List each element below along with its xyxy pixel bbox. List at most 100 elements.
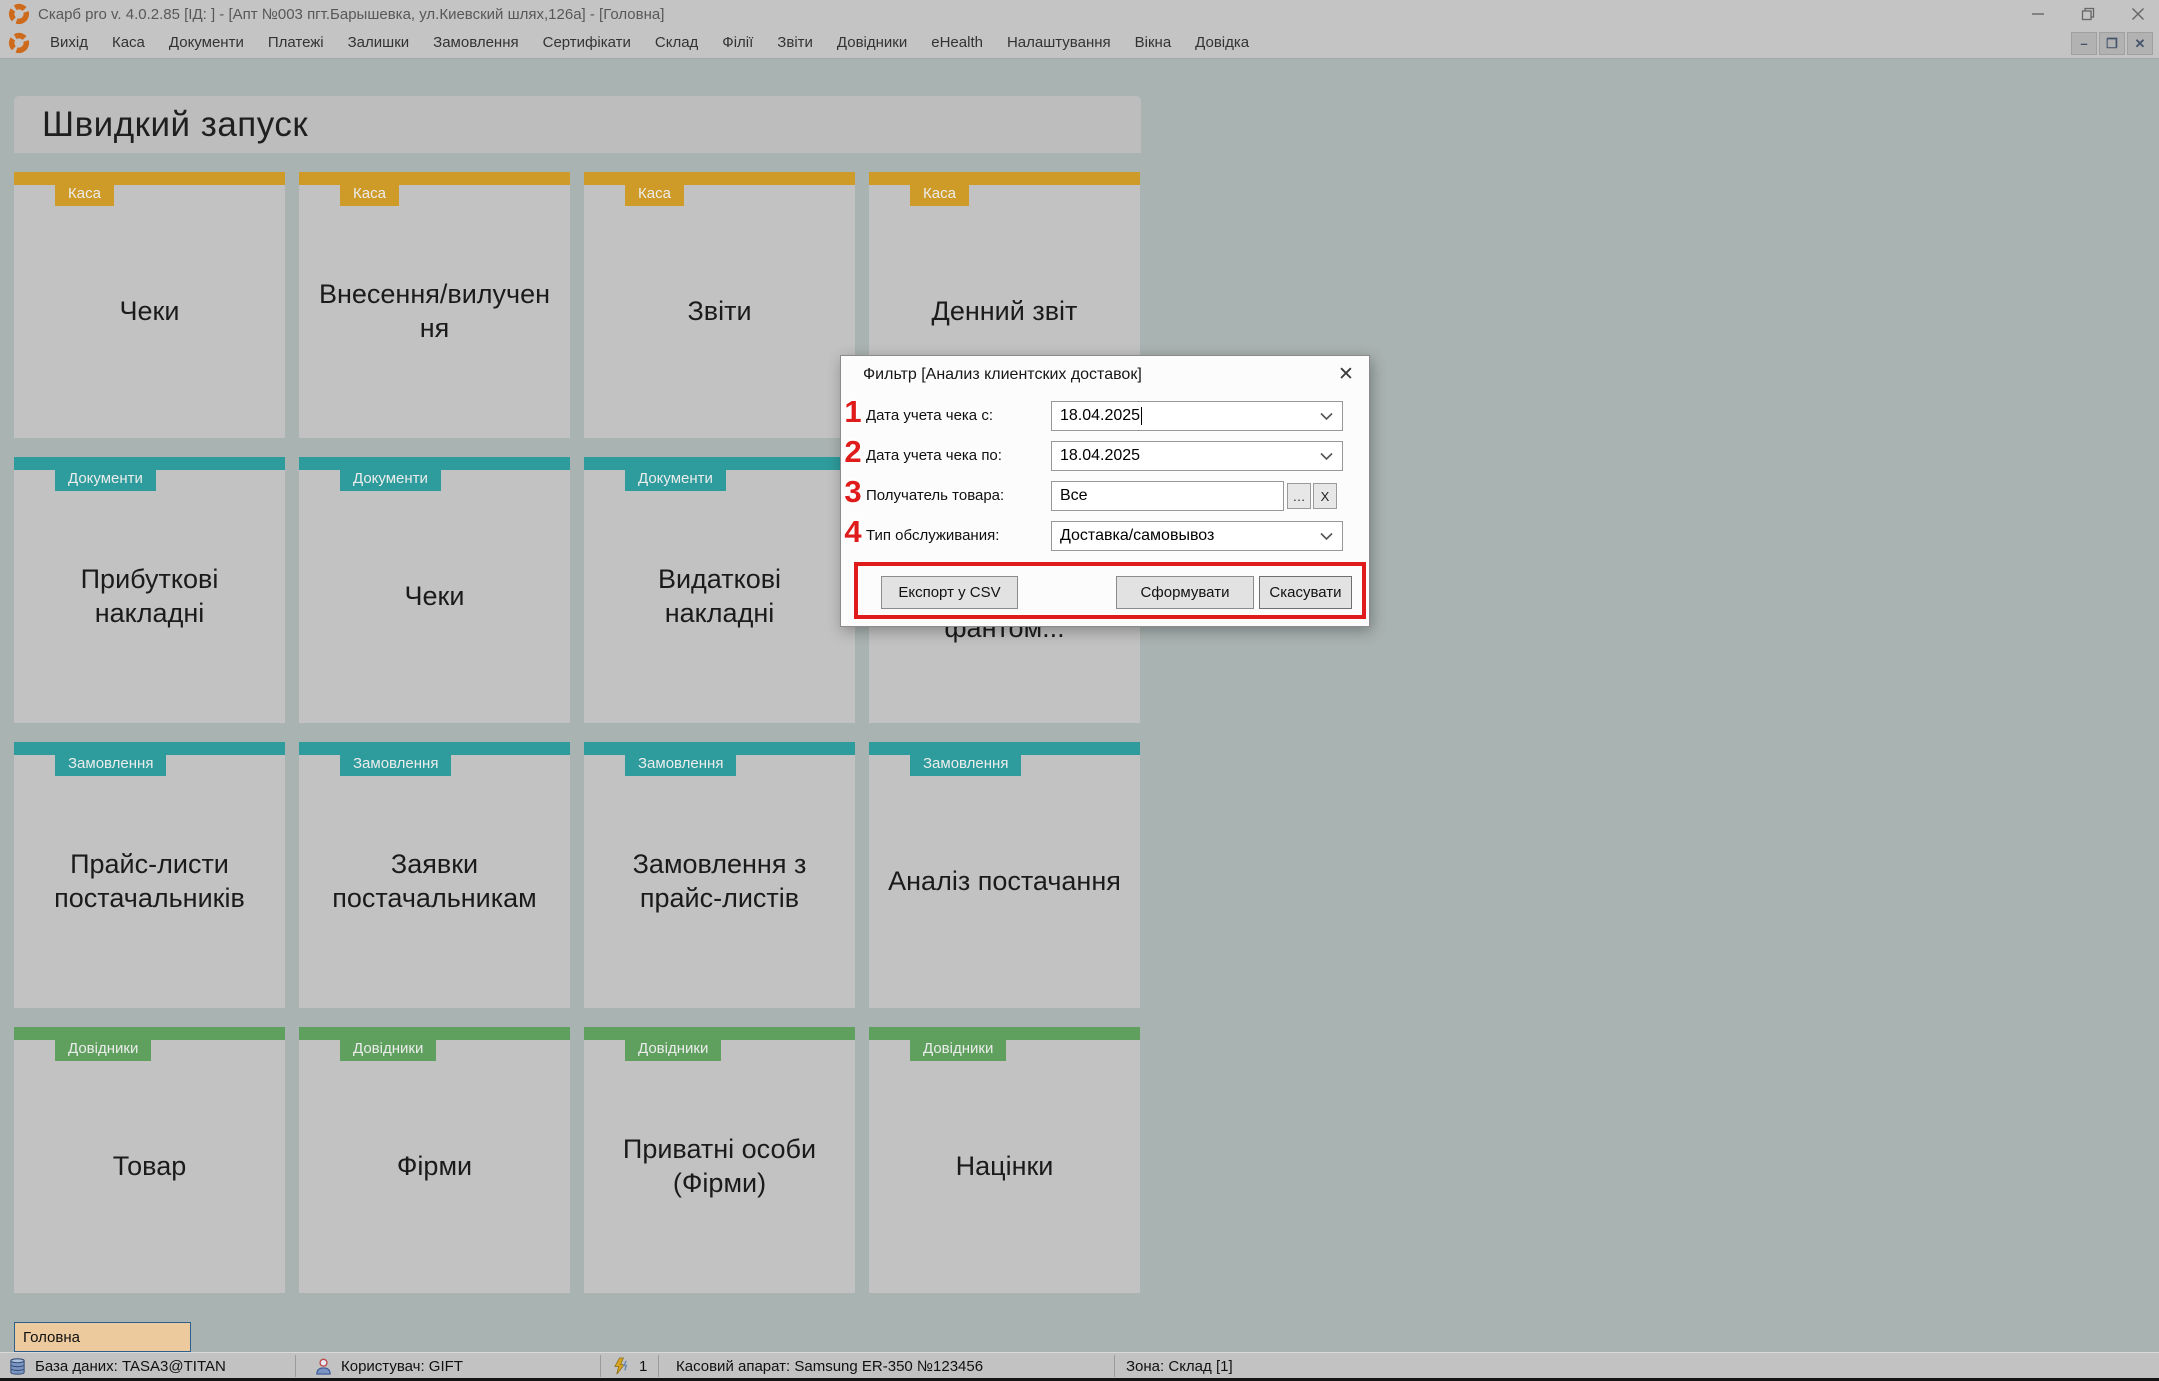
close-icon[interactable] <box>2131 7 2145 21</box>
status-database: База даних: TASA3@TITAN <box>8 1353 226 1379</box>
connections-count: 1 <box>639 1357 648 1375</box>
status-zone: Зона: Склад [1] <box>1126 1353 1233 1379</box>
tile-label: Приватні особи (Фірми) <box>622 1133 817 1198</box>
tab-label: Головна <box>23 1328 80 1346</box>
status-divider <box>658 1355 659 1377</box>
tile-label: Націнки <box>955 1150 1054 1181</box>
tile-zam-analiz-postachannya[interactable]: Замовлення Аналіз постачання <box>869 742 1140 1008</box>
tile-label: Прибуткові накладні <box>80 563 219 628</box>
field-row-date-from: Дата учета чека с: 18.04.2025 <box>841 401 1369 431</box>
status-bar: База даних: TASA3@TITAN Користувач: GIFT… <box>0 1352 2159 1378</box>
recipient-browse-button[interactable]: … <box>1287 483 1311 509</box>
mdi-window-controls: – ❐ ✕ <box>2071 32 2153 55</box>
field-row-date-to: Дата учета чека по: 18.04.2025 <box>841 441 1369 471</box>
window-title: Скарб pro v. 4.0.2.85 [ІД: ] - [Апт №003… <box>38 5 665 23</box>
tile-zam-zayavky[interactable]: Замовлення Заявки постачальникам <box>299 742 570 1008</box>
restore-icon[interactable] <box>2081 7 2095 21</box>
annotation-number-2: 2 <box>844 434 862 469</box>
chevron-down-icon[interactable] <box>1320 452 1333 461</box>
chevron-down-icon[interactable] <box>1320 532 1333 541</box>
tile-dok-vydatkovi[interactable]: Документи Видаткові накладні <box>584 457 855 723</box>
page-title: Швидкий запуск <box>42 104 309 144</box>
app-logo-icon-small <box>8 32 30 54</box>
status-cash-register: Касовий апарат: Samsung ER-350 №123456 <box>676 1353 983 1379</box>
zone-text: Зона: Склад [1] <box>1126 1357 1233 1375</box>
recipient-value: Все <box>1060 487 1088 504</box>
menu-item-zamovlennya[interactable]: Замовлення <box>421 28 530 58</box>
mdi-restore-icon[interactable]: ❐ <box>2099 32 2125 55</box>
dialog-title-bar[interactable]: Фильтр [Анализ клиентских доставок] ✕ <box>841 356 1369 394</box>
user-text: Користувач: GIFT <box>341 1357 463 1375</box>
service-type-combobox[interactable]: Доставка/самовывоз <box>1051 521 1343 551</box>
tile-kasa-zvity[interactable]: Каса Звіти <box>584 172 855 438</box>
tile-label: Замовлення з прайс-листів <box>632 848 807 913</box>
menu-item-zalyshky[interactable]: Залишки <box>336 28 422 58</box>
menu-item-filii[interactable]: Філії <box>710 28 765 58</box>
tile-label: Прайс-листи постачальників <box>54 848 245 913</box>
menu-bar: Вихід Каса Документи Платежі Залишки Зам… <box>0 28 2159 59</box>
date-to-combobox[interactable]: 18.04.2025 <box>1051 441 1343 471</box>
cash-register-text: Касовий апарат: Samsung ER-350 №123456 <box>676 1357 984 1375</box>
tile-kasa-vnesennya[interactable]: Каса Внесення/вилучення <box>299 172 570 438</box>
menu-item-kasa[interactable]: Каса <box>100 28 157 58</box>
menu-items: Вихід Каса Документи Платежі Залишки Зам… <box>38 28 1261 58</box>
menu-item-nalashtuvannya[interactable]: Налаштування <box>995 28 1123 58</box>
menu-item-dovidka[interactable]: Довідка <box>1183 28 1261 58</box>
status-divider <box>1114 1355 1115 1377</box>
mdi-minimize-icon[interactable]: – <box>2071 32 2097 55</box>
tile-label: Аналіз постачання <box>888 865 1121 896</box>
field-row-recipient: Получатель товара: Все … X <box>841 481 1369 511</box>
chevron-down-icon[interactable] <box>1320 412 1333 421</box>
tile-dok-prybutkovi[interactable]: Документи Прибуткові накладні <box>14 457 285 723</box>
menu-item-sertyfikaty[interactable]: Сертифікати <box>531 28 643 58</box>
menu-item-ehealth[interactable]: eHealth <box>919 28 995 58</box>
date-from-value: 18.04.2025 <box>1060 407 1141 424</box>
menu-item-dokumenty[interactable]: Документи <box>157 28 256 58</box>
user-icon <box>316 1358 331 1375</box>
annotation-number-1: 1 <box>844 394 862 429</box>
tile-label: Товар <box>112 1150 187 1181</box>
tile-dov-natsinky[interactable]: Довідники Націнки <box>869 1027 1140 1293</box>
text-cursor <box>1141 407 1143 425</box>
service-type-label: Тип обслуживания: <box>866 527 1000 544</box>
service-type-value: Доставка/самовывоз <box>1060 527 1215 544</box>
database-text: База даних: TASA3@TITAN <box>35 1357 226 1375</box>
title-bar: Скарб pro v. 4.0.2.85 [ІД: ] - [Апт №003… <box>0 0 2159 28</box>
tile-label: Чеки <box>119 295 180 326</box>
database-icon <box>10 1357 25 1375</box>
tile-label: Фірми <box>396 1150 473 1181</box>
tile-label: Заявки постачальникам <box>332 848 537 913</box>
dialog-close-icon[interactable]: ✕ <box>1331 360 1361 388</box>
recipient-clear-button[interactable]: X <box>1313 483 1337 509</box>
status-divider <box>600 1355 601 1377</box>
tile-zam-z-price-lystiv[interactable]: Замовлення Замовлення з прайс-листів <box>584 742 855 1008</box>
tile-zam-price-lysty[interactable]: Замовлення Прайс-листи постачальників <box>14 742 285 1008</box>
connection-icon <box>614 1357 628 1374</box>
tab-holovna[interactable]: Головна <box>14 1322 191 1352</box>
minimize-icon[interactable] <box>2031 7 2045 21</box>
app-window: Скарб pro v. 4.0.2.85 [ІД: ] - [Апт №003… <box>0 0 2159 1381</box>
tile-dov-firmy[interactable]: Довідники Фірми <box>299 1027 570 1293</box>
tile-dov-tovar[interactable]: Довідники Товар <box>14 1027 285 1293</box>
menu-item-dovidnyky[interactable]: Довідники <box>825 28 919 58</box>
menu-item-vikna[interactable]: Вікна <box>1123 28 1184 58</box>
field-row-service-type: Тип обслуживания: Доставка/самовывоз <box>841 521 1369 551</box>
tile-label: Внесення/вилучення <box>318 278 551 343</box>
tile-dov-pryvatni-osoby[interactable]: Довідники Приватні особи (Фірми) <box>584 1027 855 1293</box>
annotation-rectangle <box>854 562 1366 619</box>
date-from-combobox[interactable]: 18.04.2025 <box>1051 401 1343 431</box>
annotation-number-4: 4 <box>844 514 862 549</box>
tile-dok-cheky[interactable]: Документи Чеки <box>299 457 570 723</box>
menu-item-vyhid[interactable]: Вихід <box>38 28 100 58</box>
mdi-close-icon[interactable]: ✕ <box>2127 32 2153 55</box>
tile-label: Звіти <box>687 295 752 326</box>
tile-label: Видаткові накладні <box>657 563 782 628</box>
menu-item-zvity[interactable]: Звіти <box>765 28 825 58</box>
tile-kasa-cheky[interactable]: Каса Чеки <box>14 172 285 438</box>
date-from-label: Дата учета чека с: <box>866 407 993 424</box>
recipient-label: Получатель товара: <box>866 487 1005 504</box>
menu-item-platezhi[interactable]: Платежі <box>256 28 336 58</box>
status-connections: 1 <box>612 1353 647 1379</box>
menu-item-sklad[interactable]: Склад <box>643 28 710 58</box>
recipient-input[interactable]: Все <box>1051 481 1284 511</box>
